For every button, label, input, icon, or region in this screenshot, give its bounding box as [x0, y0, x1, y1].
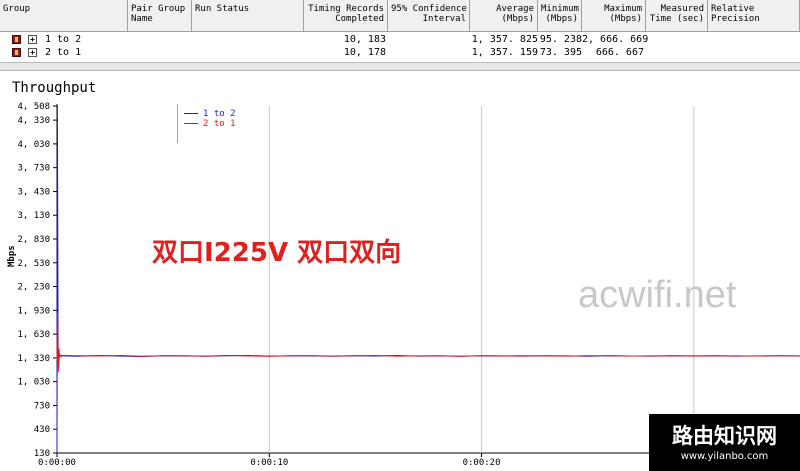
y-tick-label: 1, 330	[17, 354, 50, 364]
y-tick-label: 1, 630	[17, 330, 50, 340]
caption-overlay: 双口I225V 双口双向	[152, 238, 402, 268]
hdr-relative-precision[interactable]: Relative Precision	[708, 0, 800, 31]
hdr-measured-time[interactable]: Measured Time (sec)	[646, 0, 708, 31]
pair-icon	[12, 35, 21, 44]
y-tick-label: 1, 030	[17, 378, 50, 388]
results-table: Group Pair Group Name Run Status Timing Rec…	[0, 0, 800, 62]
y-tick-label: 2, 830	[17, 235, 50, 245]
row-maximum: 666. 667	[595, 47, 644, 58]
row-minimum: 73. 395	[539, 47, 582, 58]
hdr-group[interactable]: Group	[0, 0, 128, 31]
y-tick-label: 2, 530	[17, 259, 50, 269]
y-tick-label: 4, 508	[17, 102, 50, 112]
row-average: 1, 357. 825	[471, 34, 538, 45]
y-tick-label: 730	[34, 401, 50, 411]
x-tick-label: 0:00:00	[38, 458, 76, 468]
legend-label: 1 to 2	[203, 109, 236, 119]
chart-title: Throughput	[12, 80, 97, 96]
x-tick-label: 0:00:20	[463, 458, 501, 468]
hdr-maximum[interactable]: Maximum (Mbps)	[582, 0, 646, 31]
legend-swatch	[184, 123, 198, 124]
y-tick-label: 4, 330	[17, 116, 50, 126]
y-tick-label: 1, 930	[17, 306, 50, 316]
row-records: 10, 183	[343, 34, 386, 45]
legend-swatch	[184, 113, 198, 114]
y-tick-label: 430	[34, 425, 50, 435]
hdr-confidence[interactable]: 95% Confidence Interval	[388, 0, 470, 31]
hdr-timing-records[interactable]: Timing Records Completed	[304, 0, 388, 31]
row-maximum: 2, 666. 669	[582, 34, 649, 45]
series-line-2-to-1	[56, 312, 800, 373]
chart-legend: 1 to 2 2 to 1	[177, 104, 265, 143]
table-row[interactable]: + 1 to 2 10, 183 1, 357. 825 95. 238 2, …	[0, 33, 800, 46]
row-group: 2 to 1	[45, 47, 82, 58]
legend-label: 2 to 1	[203, 119, 236, 129]
row-minimum: 95. 238	[539, 34, 582, 45]
expand-icon[interactable]: +	[28, 48, 37, 57]
legend-item: 2 to 1	[184, 119, 236, 129]
y-tick-label: 2, 230	[17, 283, 50, 293]
y-tick-label: 3, 430	[17, 187, 50, 197]
y-tick-label: 4, 030	[17, 140, 50, 150]
corner-logo: 路由知识网 www.yilanbo.com	[649, 414, 800, 471]
splitter[interactable]	[0, 62, 800, 71]
hdr-average[interactable]: Average (Mbps)	[470, 0, 538, 31]
y-tick-label: 3, 130	[17, 211, 50, 221]
watermark: acwifi.net	[578, 274, 737, 316]
expand-icon[interactable]: +	[28, 35, 37, 44]
table-header: Group Pair Group Name Run Status Timing Rec…	[0, 0, 800, 32]
hdr-minimum[interactable]: Minimum (Mbps)	[538, 0, 582, 31]
row-group: 1 to 2	[45, 34, 82, 45]
row-records: 10, 178	[343, 47, 386, 58]
table-row[interactable]: + 2 to 1 10, 178 1, 357. 159 73. 395 666…	[0, 46, 800, 59]
legend-item: 1 to 2	[184, 109, 236, 119]
pair-icon	[12, 48, 21, 57]
y-tick-label: 3, 730	[17, 164, 50, 174]
row-average: 1, 357. 159	[471, 47, 538, 58]
hdr-run-status[interactable]: Run Status	[192, 0, 304, 31]
corner-url: www.yilanbo.com	[680, 451, 769, 462]
corner-title: 路由知识网	[672, 424, 777, 448]
x-tick-label: 0:00:10	[250, 458, 288, 468]
hdr-pair-group-name[interactable]: Pair Group Name	[128, 0, 192, 31]
